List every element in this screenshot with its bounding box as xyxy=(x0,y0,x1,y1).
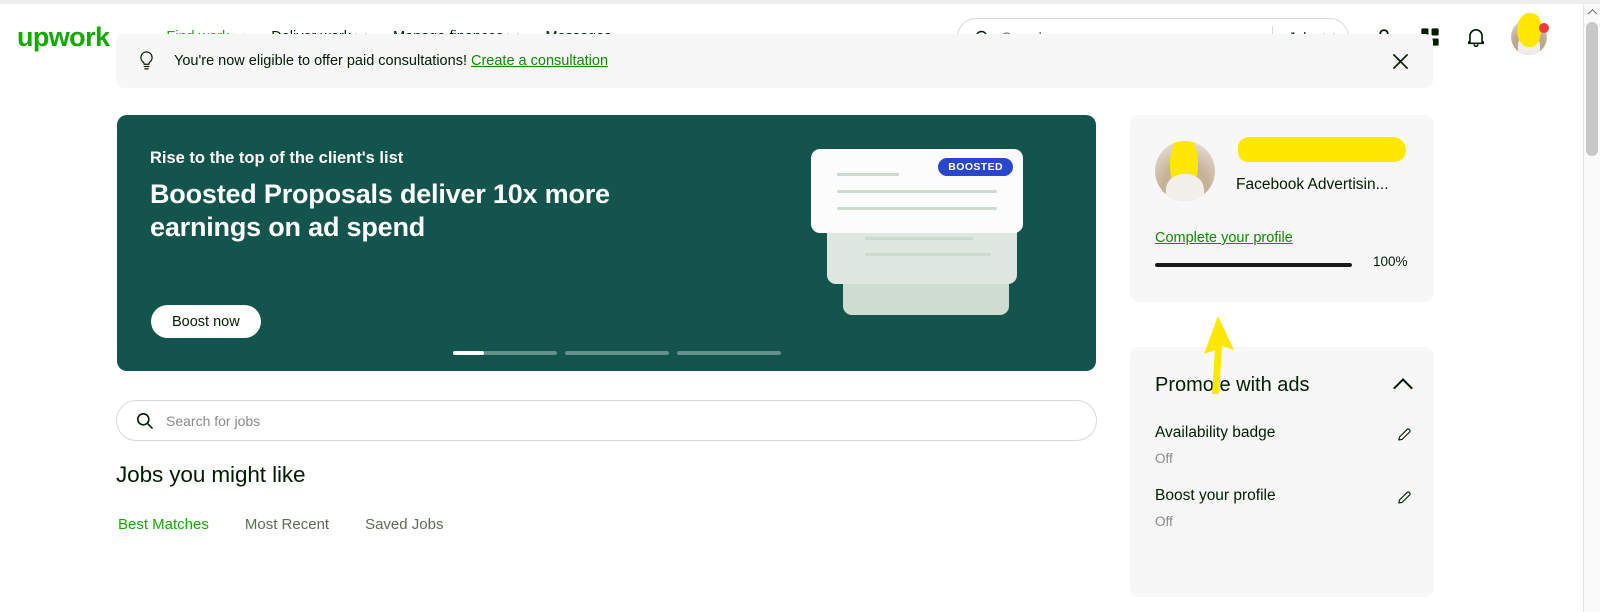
pencil-icon[interactable] xyxy=(1396,426,1413,443)
banner-message-text: You're now eligible to offer paid consul… xyxy=(174,53,467,69)
banner-message: You're now eligible to offer paid consul… xyxy=(174,53,608,69)
consultation-eligibility-banner: You're now eligible to offer paid consul… xyxy=(116,34,1433,88)
scrollbar-thumb[interactable] xyxy=(1586,22,1598,156)
page-root: upwork Find work Deliver work Manage fin… xyxy=(0,0,1600,612)
close-icon[interactable] xyxy=(1390,51,1411,72)
hero-eyebrow: Rise to the top of the client's list xyxy=(150,149,404,167)
promote-item-state: Off xyxy=(1155,451,1173,466)
profile-headline: Facebook Advertisin... xyxy=(1236,176,1389,193)
create-consultation-link[interactable]: Create a consultation xyxy=(471,53,608,69)
profile-header-row: Facebook Advertisin... xyxy=(1155,137,1416,201)
carousel-indicator-1[interactable] xyxy=(453,351,557,355)
carousel-indicator-3[interactable] xyxy=(677,351,781,355)
page-scrollbar[interactable] xyxy=(1583,4,1600,612)
notifications-bell-icon[interactable] xyxy=(1463,24,1489,50)
carousel-indicator-2[interactable] xyxy=(565,351,669,355)
profile-card: Facebook Advertisin... Complete your pro… xyxy=(1130,115,1434,302)
boosted-badge: BOOSTED xyxy=(938,158,1013,176)
profile-avatar-redaction-highlight xyxy=(1170,141,1198,190)
job-search-bar[interactable] xyxy=(116,400,1097,441)
pencil-icon[interactable] xyxy=(1396,489,1413,506)
promote-item-availability-badge: Availability badge Off xyxy=(1155,424,1411,466)
hero-illustration: BOOSTED xyxy=(797,137,1057,327)
account-avatar-button[interactable] xyxy=(1511,11,1549,55)
profile-completeness-progress xyxy=(1155,263,1352,267)
profile-name-redaction-highlight xyxy=(1238,137,1406,162)
avatar-notification-dot xyxy=(1539,23,1549,33)
chevron-up-icon[interactable] xyxy=(1393,378,1413,398)
tab-best-matches[interactable]: Best Matches xyxy=(118,516,209,541)
promote-item-label: Availability badge xyxy=(1155,424,1276,441)
boosted-proposals-hero-banner: Rise to the top of the client's list Boo… xyxy=(117,115,1096,371)
illustration-card-front: BOOSTED xyxy=(811,149,1023,233)
complete-your-profile-link[interactable]: Complete your profile xyxy=(1155,230,1293,246)
search-icon xyxy=(136,412,153,429)
lightbulb-icon xyxy=(140,51,153,70)
profile-avatar[interactable] xyxy=(1155,141,1215,201)
promote-with-ads-heading: Promote with ads xyxy=(1155,374,1310,396)
hero-title: Boosted Proposals deliver 10x more earni… xyxy=(150,179,610,243)
promote-item-boost-your-profile: Boost your profile Off xyxy=(1155,487,1411,529)
promote-with-ads-card: Promote with ads Availability badge Off … xyxy=(1130,347,1434,597)
tab-most-recent[interactable]: Most Recent xyxy=(245,516,329,541)
page-title: Jobs you might like xyxy=(116,462,306,487)
promote-item-label: Boost your profile xyxy=(1155,487,1276,504)
tab-saved-jobs[interactable]: Saved Jobs xyxy=(365,516,443,541)
job-list-tabs: Best Matches Most Recent Saved Jobs xyxy=(118,516,443,541)
job-search-input[interactable] xyxy=(166,412,1096,429)
profile-completeness-fill xyxy=(1155,263,1352,267)
promote-item-state: Off xyxy=(1155,514,1173,529)
profile-completeness-percent: 100% xyxy=(1373,254,1408,269)
scroll-up-arrow-icon[interactable] xyxy=(1584,4,1600,21)
boost-now-button[interactable]: Boost now xyxy=(151,305,261,338)
upwork-logo[interactable]: upwork xyxy=(17,23,110,51)
carousel-progress-indicators[interactable] xyxy=(453,351,781,355)
